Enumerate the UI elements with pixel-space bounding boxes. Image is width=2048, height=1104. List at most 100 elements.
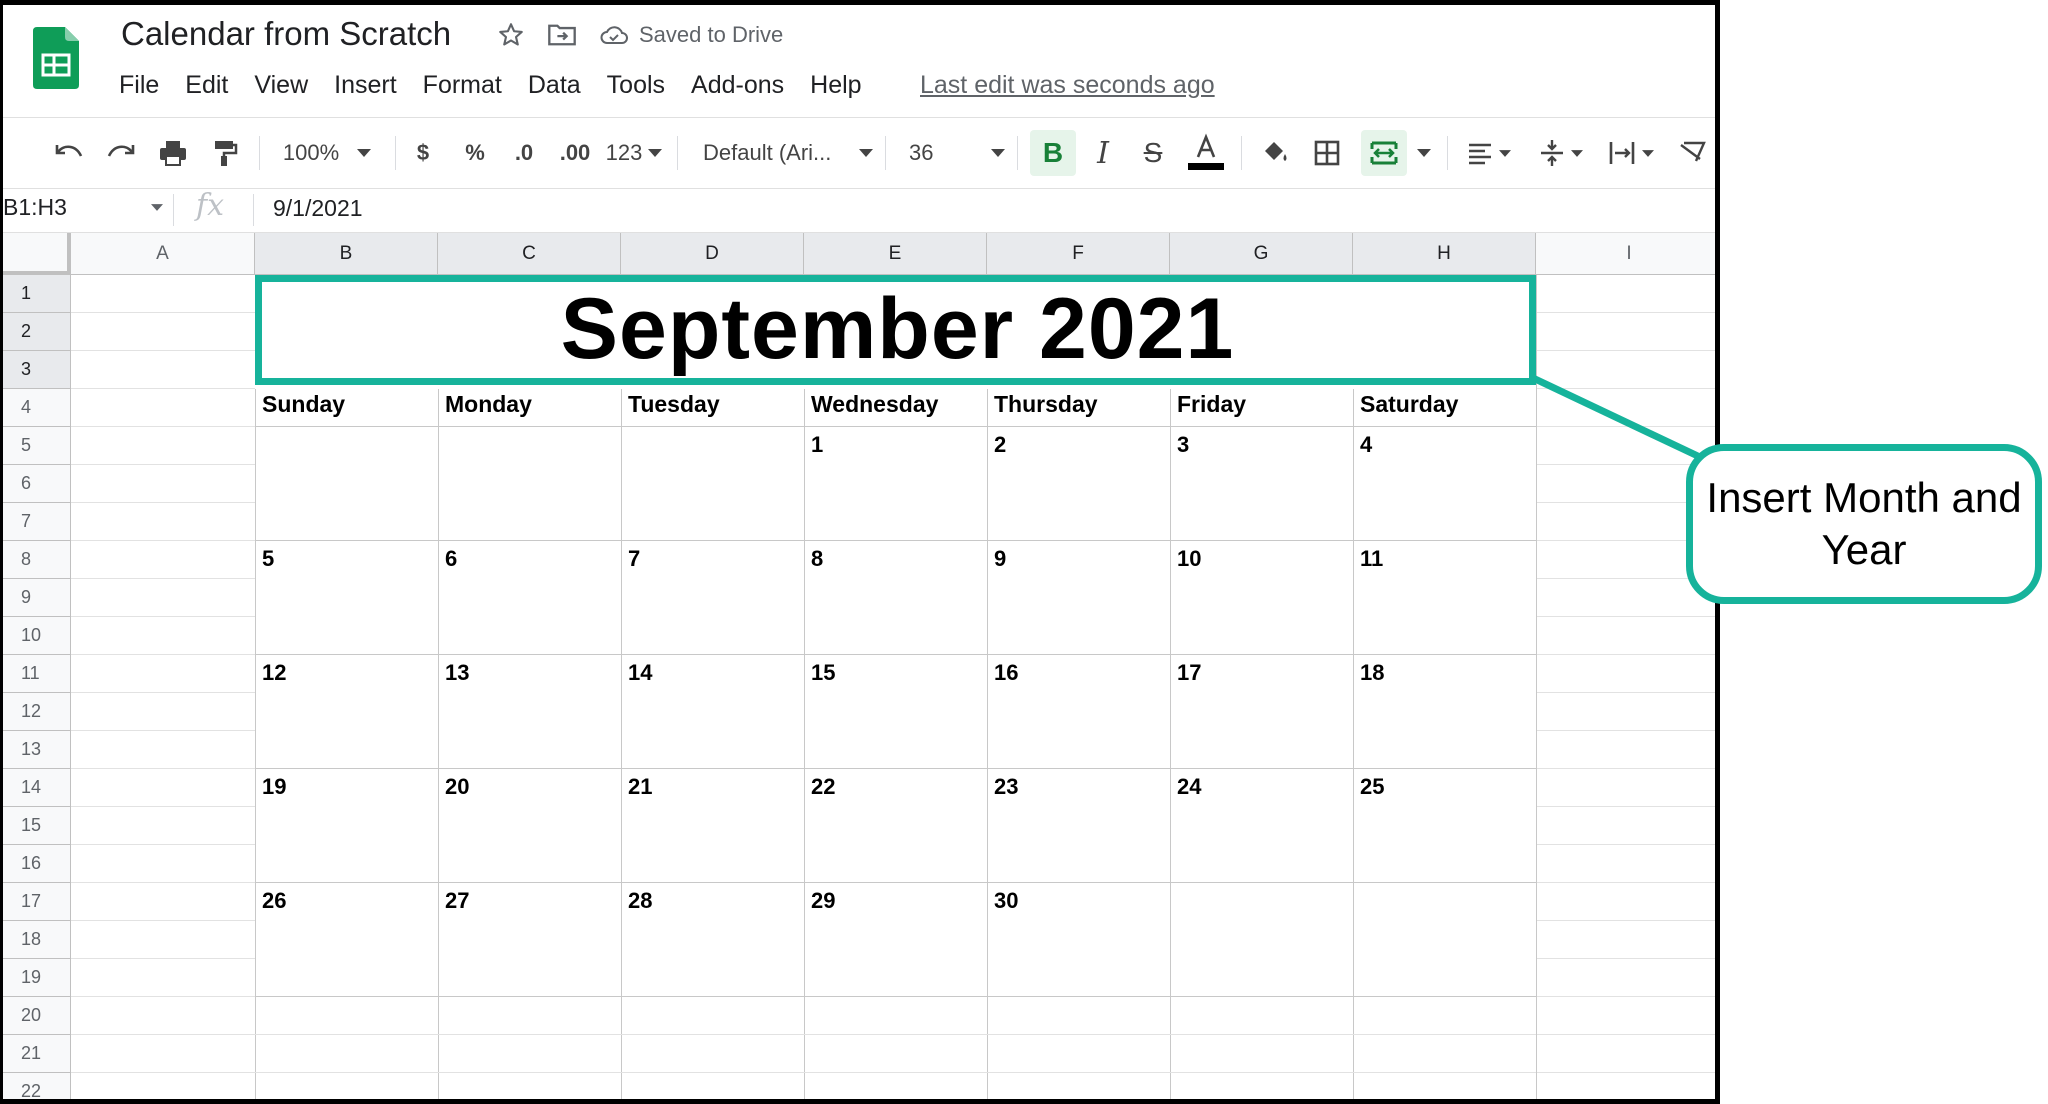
- date-cell[interactable]: 23: [994, 774, 1018, 800]
- date-cell[interactable]: 12: [262, 660, 286, 686]
- column-header-b[interactable]: B: [255, 233, 438, 275]
- column-header-g[interactable]: G: [1170, 233, 1353, 275]
- menu-insert[interactable]: Insert: [334, 71, 397, 100]
- row-header-1[interactable]: 1: [3, 275, 71, 313]
- row-header-7[interactable]: 7: [3, 503, 71, 541]
- column-header-h[interactable]: H: [1353, 233, 1536, 275]
- date-cell[interactable]: 22: [811, 774, 835, 800]
- day-name-friday[interactable]: Friday: [1177, 391, 1246, 418]
- date-cell[interactable]: 7: [628, 546, 640, 572]
- column-header-d[interactable]: D: [621, 233, 804, 275]
- date-cell[interactable]: 30: [994, 888, 1018, 914]
- row-header-2[interactable]: 2: [3, 313, 71, 351]
- row-header-5[interactable]: 5: [3, 427, 71, 465]
- row-header-22[interactable]: 22: [3, 1073, 71, 1099]
- date-cell[interactable]: 8: [811, 546, 823, 572]
- date-cell[interactable]: 25: [1360, 774, 1384, 800]
- date-cell[interactable]: 16: [994, 660, 1018, 686]
- percent-button[interactable]: %: [463, 118, 487, 188]
- currency-button[interactable]: $: [411, 118, 435, 188]
- date-cell[interactable]: 1: [811, 432, 823, 458]
- menu-data[interactable]: Data: [528, 71, 581, 100]
- row-header-21[interactable]: 21: [3, 1035, 71, 1073]
- menu-file[interactable]: File: [119, 71, 159, 100]
- date-cell[interactable]: 29: [811, 888, 835, 914]
- date-cell[interactable]: 24: [1177, 774, 1201, 800]
- column-header-e[interactable]: E: [804, 233, 987, 275]
- zoom-select[interactable]: 100%: [277, 118, 377, 188]
- date-cell[interactable]: 3: [1177, 432, 1189, 458]
- sheets-logo-icon[interactable]: [33, 27, 79, 89]
- italic-button[interactable]: I: [1085, 118, 1121, 188]
- row-header-17[interactable]: 17: [3, 883, 71, 921]
- paint-format-button[interactable]: [205, 118, 245, 188]
- row-header-6[interactable]: 6: [3, 465, 71, 503]
- date-cell[interactable]: 17: [1177, 660, 1201, 686]
- date-cell[interactable]: 27: [445, 888, 469, 914]
- decrease-decimal-button[interactable]: .0: [507, 118, 541, 188]
- row-header-16[interactable]: 16: [3, 845, 71, 883]
- menu-edit[interactable]: Edit: [185, 71, 228, 100]
- row-header-14[interactable]: 14: [3, 769, 71, 807]
- column-header-a[interactable]: A: [71, 233, 255, 275]
- increase-decimal-button[interactable]: .00: [555, 118, 595, 188]
- date-cell[interactable]: 5: [262, 546, 274, 572]
- date-cell[interactable]: 14: [628, 660, 652, 686]
- chevron-down-icon[interactable]: [151, 204, 163, 211]
- select-all-corner[interactable]: [3, 233, 71, 275]
- print-button[interactable]: [153, 118, 193, 188]
- date-cell[interactable]: 21: [628, 774, 652, 800]
- strikethrough-button[interactable]: S: [1135, 118, 1171, 188]
- menu-addons[interactable]: Add-ons: [691, 71, 784, 100]
- date-cell[interactable]: 9: [994, 546, 1006, 572]
- name-box[interactable]: B1:H3: [3, 194, 67, 221]
- undo-button[interactable]: [49, 118, 89, 188]
- font-family-select[interactable]: Default (Ari...: [703, 118, 873, 188]
- text-color-button[interactable]: [1185, 118, 1227, 188]
- column-header-i[interactable]: I: [1536, 233, 1715, 275]
- last-edit-link[interactable]: Last edit was seconds ago: [920, 71, 1215, 100]
- date-cell[interactable]: 19: [262, 774, 286, 800]
- text-wrap-select[interactable]: [1603, 118, 1659, 188]
- row-header-15[interactable]: 15: [3, 807, 71, 845]
- day-name-tuesday[interactable]: Tuesday: [628, 391, 720, 418]
- row-header-18[interactable]: 18: [3, 921, 71, 959]
- date-cell[interactable]: 11: [1360, 546, 1383, 572]
- row-header-4[interactable]: 4: [3, 389, 71, 427]
- fill-color-button[interactable]: [1257, 118, 1293, 188]
- date-cell[interactable]: 6: [445, 546, 457, 572]
- merge-type-dropdown[interactable]: [1415, 118, 1433, 188]
- text-rotation-button[interactable]: [1675, 118, 1711, 188]
- row-header-13[interactable]: 13: [3, 731, 71, 769]
- row-header-9[interactable]: 9: [3, 579, 71, 617]
- menu-tools[interactable]: Tools: [607, 71, 665, 100]
- date-cell[interactable]: 13: [445, 660, 469, 686]
- date-cell[interactable]: 26: [262, 888, 286, 914]
- horizontal-align-select[interactable]: [1461, 118, 1517, 188]
- document-title[interactable]: Calendar from Scratch: [121, 15, 451, 53]
- merge-cells-button[interactable]: [1359, 118, 1409, 188]
- day-name-sunday[interactable]: Sunday: [262, 391, 345, 418]
- move-folder-icon[interactable]: [547, 22, 577, 48]
- column-header-f[interactable]: F: [987, 233, 1170, 275]
- day-name-wednesday[interactable]: Wednesday: [811, 391, 938, 418]
- day-name-thursday[interactable]: Thursday: [994, 391, 1098, 418]
- borders-button[interactable]: [1309, 118, 1345, 188]
- date-cell[interactable]: 4: [1360, 432, 1372, 458]
- date-cell[interactable]: 10: [1177, 546, 1201, 572]
- more-formats-select[interactable]: 123: [605, 118, 663, 188]
- date-cell[interactable]: 15: [811, 660, 835, 686]
- row-header-20[interactable]: 20: [3, 997, 71, 1035]
- day-name-monday[interactable]: Monday: [445, 391, 532, 418]
- row-header-12[interactable]: 12: [3, 693, 71, 731]
- star-icon[interactable]: [497, 21, 525, 49]
- redo-button[interactable]: [101, 118, 141, 188]
- date-cell[interactable]: 2: [994, 432, 1006, 458]
- menu-format[interactable]: Format: [423, 71, 502, 100]
- row-header-10[interactable]: 10: [3, 617, 71, 655]
- font-size-select[interactable]: 36: [909, 118, 1005, 188]
- row-header-19[interactable]: 19: [3, 959, 71, 997]
- row-header-3[interactable]: 3: [3, 351, 71, 389]
- vertical-align-select[interactable]: [1533, 118, 1589, 188]
- date-cell[interactable]: 28: [628, 888, 652, 914]
